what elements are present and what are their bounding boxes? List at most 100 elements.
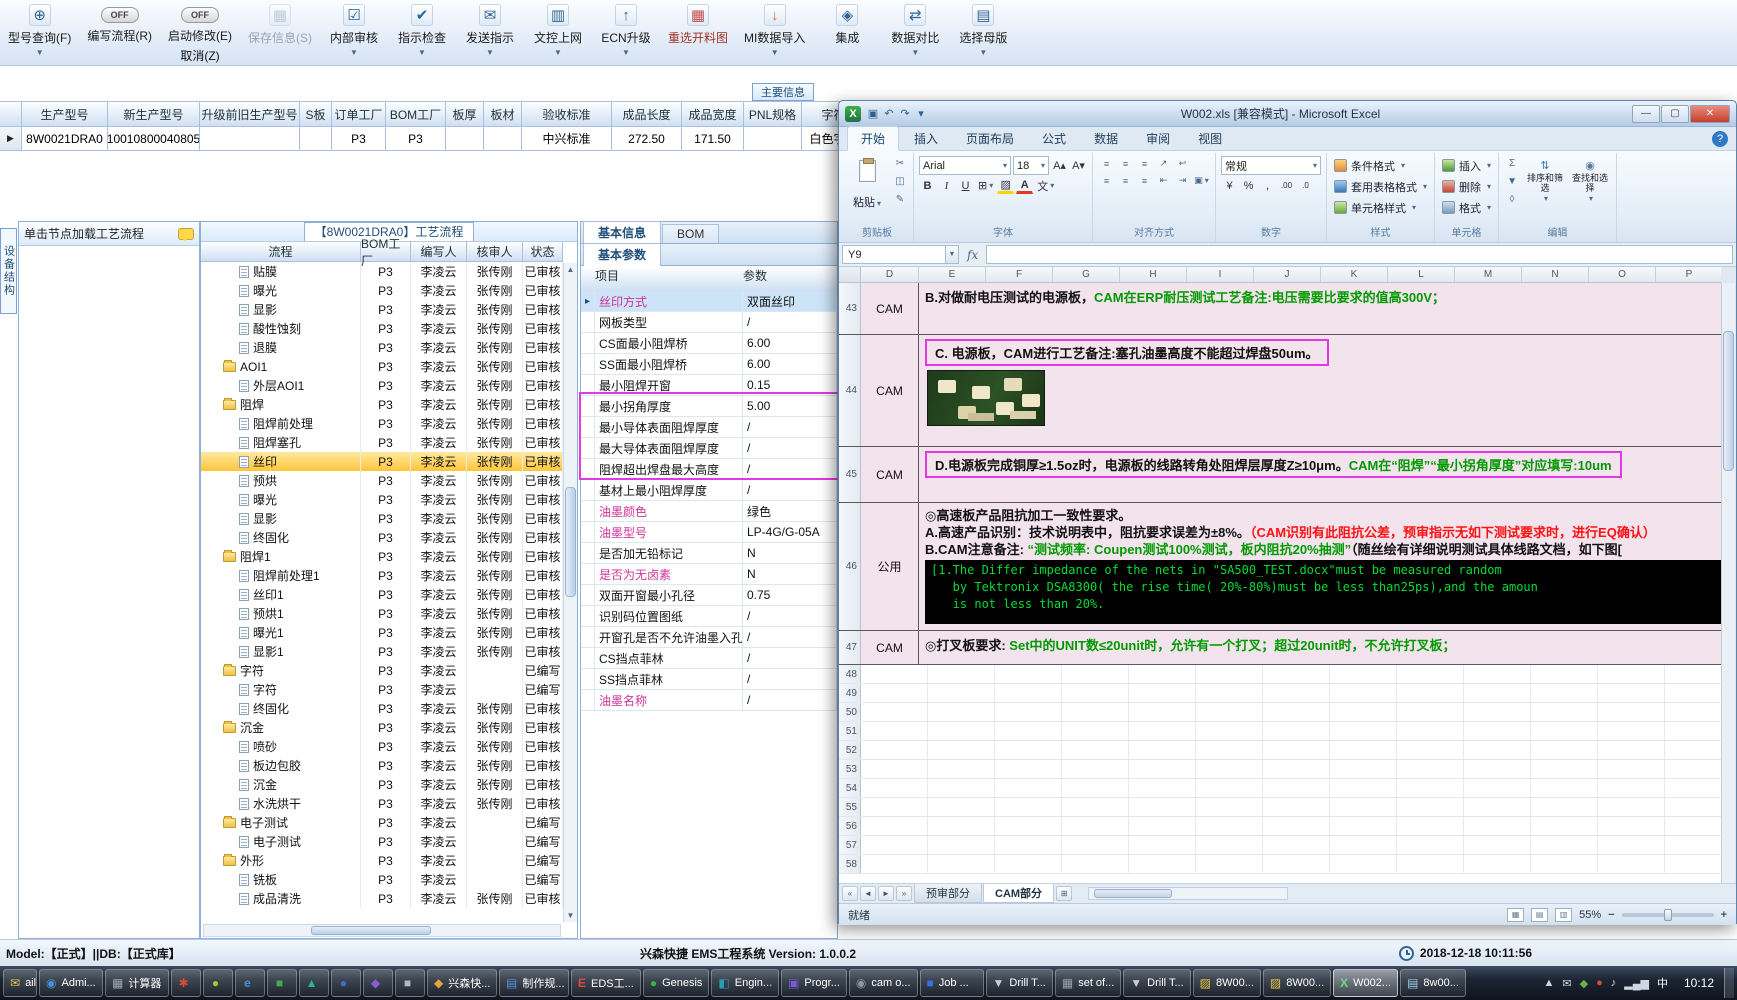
toolbar-button[interactable]: OFF 启动修改(E) 取消(Z) ▼ bbox=[168, 4, 232, 64]
process-name[interactable]: 铣板 bbox=[253, 871, 277, 888]
parameter-value[interactable]: N bbox=[743, 564, 837, 584]
main-info-data-row[interactable]: ▶ 8W0021DRA0 10010800040805 P3 P3 中兴标准 2… bbox=[0, 127, 866, 151]
empty-cells[interactable] bbox=[861, 798, 1721, 816]
column-header[interactable]: E bbox=[919, 267, 986, 282]
data-cell[interactable]: 中兴标准 bbox=[522, 127, 612, 151]
note-cell[interactable]: D.电源板完成铜厚≥1.5oz时，电源板的线路转角处阻焊层厚度Z≥10μm。CA… bbox=[919, 447, 1721, 502]
toolbar-button[interactable]: ⇄ 数据对比 ▼ bbox=[889, 4, 941, 57]
tray-icon[interactable]: 中 bbox=[1657, 975, 1668, 991]
process-row[interactable]: 水洗烘干 P3 李凌云 张传刚 已审核 bbox=[201, 794, 577, 813]
name-box[interactable]: Y9 bbox=[842, 245, 946, 264]
increase-indent-icon[interactable]: ⇥ bbox=[1174, 173, 1191, 188]
parameter-name[interactable]: 丝印方式 bbox=[595, 291, 743, 311]
parameter-value[interactable]: 0.15 bbox=[743, 375, 837, 395]
taskbar-button[interactable]: ▼ Drill T... bbox=[985, 969, 1053, 997]
ribbon-tab[interactable]: 公式 bbox=[1029, 127, 1079, 150]
ribbon-tab[interactable]: 插入 bbox=[901, 127, 951, 150]
taskbar-button[interactable]: ■ bbox=[267, 969, 297, 997]
process-name[interactable]: 显影 bbox=[253, 510, 277, 527]
toolbar-button[interactable]: ◈ 集成 ▼ bbox=[821, 4, 873, 46]
font-color-icon[interactable]: A bbox=[1016, 177, 1034, 194]
taskbar-button[interactable]: ▨ 8W00... bbox=[1262, 969, 1332, 997]
scroll-down-arrow[interactable]: ▼ bbox=[564, 909, 577, 922]
process-name[interactable]: 预烘 bbox=[253, 472, 277, 489]
percent-style-icon[interactable]: % bbox=[1240, 177, 1257, 194]
column-header[interactable]: 状态 bbox=[523, 242, 563, 262]
toolbar-button[interactable]: ⊕ 型号查询(F) ▼ bbox=[8, 4, 71, 57]
process-name[interactable]: 阻焊1 bbox=[240, 548, 271, 565]
process-name[interactable]: 退膜 bbox=[253, 339, 277, 356]
zoom-level[interactable]: 55% bbox=[1579, 909, 1601, 921]
borders-icon[interactable]: ⊞ ▾ bbox=[976, 177, 995, 194]
taskbar-button[interactable]: ▤ 制作规... bbox=[499, 969, 569, 997]
align-bottom-icon[interactable]: ≡ bbox=[1136, 156, 1153, 171]
ribbon-tab[interactable]: 视图 bbox=[1185, 127, 1235, 150]
column-header[interactable]: M bbox=[1455, 267, 1522, 282]
column-header[interactable]: 成品长度 bbox=[612, 101, 682, 127]
taskbar-button[interactable]: ✱ bbox=[171, 969, 201, 997]
data-cell[interactable]: P3 bbox=[386, 127, 446, 151]
tray-icon[interactable]: ▂▄▆ bbox=[1624, 977, 1649, 990]
category-cell[interactable]: CAM bbox=[861, 447, 919, 502]
column-header[interactable]: 新生产型号 bbox=[108, 101, 200, 127]
toolbar-button[interactable]: ↑ ECN升级 ▼ bbox=[600, 4, 652, 57]
empty-row[interactable]: 52 bbox=[839, 741, 1721, 760]
column-header[interactable]: H bbox=[1120, 267, 1187, 282]
parameter-row[interactable]: CS面最小阻焊桥 6.00 bbox=[581, 333, 837, 354]
maximize-button[interactable]: ▢ bbox=[1661, 104, 1689, 123]
parameters-tab[interactable]: BOM bbox=[662, 224, 720, 243]
empty-row[interactable]: 51 bbox=[839, 722, 1721, 741]
save-icon[interactable]: ▣ bbox=[865, 106, 881, 122]
editing-button[interactable]: 查找和选择▾ bbox=[1569, 156, 1611, 203]
editing-mini-icon[interactable]: Σ bbox=[1504, 156, 1520, 171]
font-name-select[interactable]: Arial ▾ bbox=[919, 156, 1011, 175]
tray-icon[interactable]: ✉ bbox=[1562, 977, 1571, 990]
parameter-value[interactable]: / bbox=[743, 669, 837, 689]
row-number[interactable]: 56 bbox=[839, 817, 861, 835]
toolbar-button[interactable]: ▦ 保存信息(S) ▼ bbox=[248, 4, 312, 46]
column-header[interactable]: 成品宽度 bbox=[682, 101, 744, 127]
parameter-row[interactable]: 识别码位置图纸 / bbox=[581, 606, 837, 627]
parameter-row[interactable]: 最小导体表面阻焊厚度 / bbox=[581, 417, 837, 438]
process-row[interactable]: 酸性蚀刻 P3 李凌云 张传刚 已审核 bbox=[201, 319, 577, 338]
taskbar-button[interactable]: ■ Job ... bbox=[919, 969, 984, 997]
data-cell[interactable] bbox=[446, 127, 484, 151]
italic-button[interactable]: I bbox=[938, 177, 955, 194]
parameter-name[interactable]: 双面开窗最小孔径 bbox=[595, 585, 743, 605]
taskbar-button[interactable]: ■ bbox=[395, 969, 425, 997]
taskbar-button[interactable]: ✉ ail bbox=[3, 969, 37, 997]
parameter-value[interactable]: LP-4G/G-05A bbox=[743, 522, 837, 542]
taskbar-clock[interactable]: 10:12 bbox=[1684, 976, 1714, 990]
row-number[interactable]: 45 bbox=[839, 447, 861, 502]
taskbar-button[interactable]: ▤ 8w00... bbox=[1400, 969, 1466, 997]
category-cell[interactable]: CAM bbox=[861, 283, 919, 334]
ribbon-tab[interactable]: 数据 bbox=[1081, 127, 1131, 150]
chevron-down-icon[interactable]: ▼ bbox=[350, 48, 358, 57]
ribbon-tab[interactable]: 审阅 bbox=[1133, 127, 1183, 150]
chevron-down-icon[interactable]: ▼ bbox=[418, 48, 426, 57]
device-structure-vertical-tab[interactable]: 设备结构 bbox=[0, 228, 17, 314]
editing-button[interactable]: 排序和筛选▾ bbox=[1524, 156, 1566, 203]
editing-mini-icon[interactable]: ▼ bbox=[1504, 174, 1520, 189]
process-name[interactable]: 丝印1 bbox=[253, 586, 284, 603]
empty-cells[interactable] bbox=[861, 855, 1721, 873]
toolbar-button[interactable]: ▦ 重选开料图 ▼ bbox=[668, 4, 728, 46]
wrap-text-icon[interactable]: ↩ bbox=[1174, 156, 1191, 171]
data-cell[interactable]: P3 bbox=[332, 127, 386, 151]
prev-sheet-icon[interactable]: ◄ bbox=[860, 886, 876, 901]
process-name[interactable]: 外形 bbox=[240, 852, 264, 869]
column-header[interactable]: L bbox=[1388, 267, 1455, 282]
insert-sheet-icon[interactable]: ⊞ bbox=[1056, 886, 1073, 901]
column-header[interactable]: I bbox=[1187, 267, 1254, 282]
row-number[interactable]: 52 bbox=[839, 741, 861, 759]
parameter-row[interactable]: 基材上最小阻焊厚度 / bbox=[581, 480, 837, 501]
grow-font-icon[interactable]: A▴ bbox=[1051, 157, 1068, 174]
process-name[interactable]: 水洗烘干 bbox=[253, 795, 301, 812]
column-header[interactable]: 编写人 bbox=[411, 242, 467, 262]
parameter-value[interactable]: / bbox=[743, 459, 837, 479]
toolbar-button[interactable]: ▥ 文控上网 ▼ bbox=[532, 4, 584, 57]
category-cell[interactable]: CAM bbox=[861, 631, 919, 664]
process-row[interactable]: 字符 P3 李凌云 已编写 bbox=[201, 680, 577, 699]
process-row[interactable]: 预烘1 P3 李凌云 张传刚 已审核 bbox=[201, 604, 577, 623]
cut-icon[interactable]: ✂ bbox=[892, 156, 908, 171]
